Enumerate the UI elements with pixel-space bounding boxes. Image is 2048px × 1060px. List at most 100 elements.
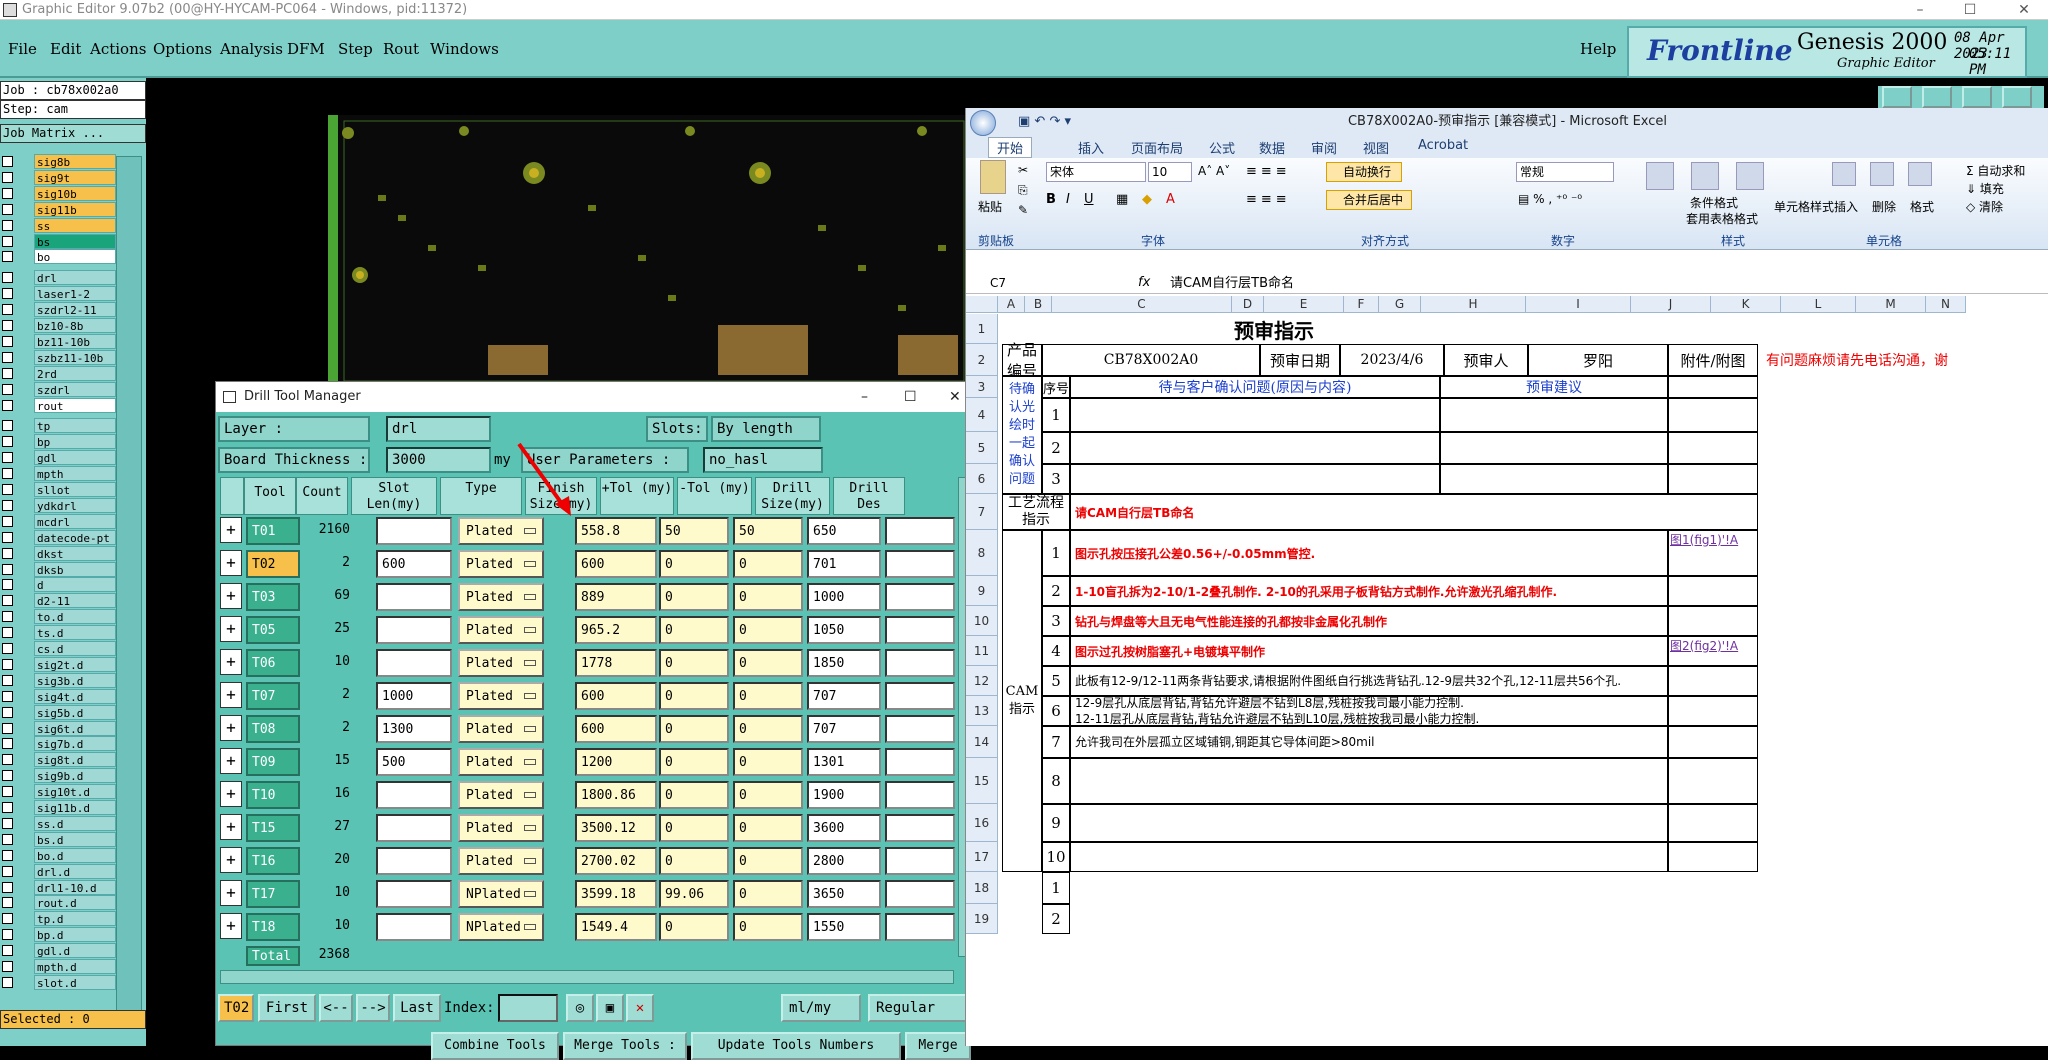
last-button[interactable]: Last xyxy=(393,994,441,1022)
layer-name[interactable]: d2-11 xyxy=(34,593,116,609)
plus-tol-input[interactable]: 0 xyxy=(659,715,729,743)
layer-name[interactable]: gdl.d xyxy=(34,943,116,959)
layer-name[interactable]: sig7b.d xyxy=(34,736,116,752)
type-select[interactable]: Plated xyxy=(458,814,544,842)
layer-checkbox[interactable] xyxy=(2,320,13,331)
row-header[interactable]: 1 xyxy=(966,314,998,344)
layer-name[interactable]: sllot xyxy=(34,482,116,497)
tool-icon-2[interactable]: ▣ xyxy=(596,994,624,1022)
column-header[interactable]: B xyxy=(1025,296,1052,313)
layer-row[interactable]: 2rd xyxy=(2,365,128,381)
drill-des-input[interactable] xyxy=(885,682,955,710)
slot-len-input[interactable]: 600 xyxy=(376,550,452,578)
layer-checkbox[interactable] xyxy=(2,399,13,411)
drill-size-input[interactable]: 1301 xyxy=(807,748,881,776)
finish-size-input[interactable]: 600 xyxy=(575,715,657,743)
layer-checkbox[interactable] xyxy=(2,674,13,686)
job-matrix-button[interactable]: Job Matrix ... xyxy=(0,124,146,143)
plus-tol-input[interactable]: 0 xyxy=(659,748,729,776)
layer-row[interactable]: tp.d xyxy=(2,911,128,927)
tool-cell[interactable]: T15 xyxy=(246,814,300,842)
type-select[interactable]: Plated xyxy=(458,748,544,776)
drill-des-input[interactable] xyxy=(885,649,955,677)
layer-name[interactable]: sig11b.d xyxy=(34,800,116,815)
layer-row[interactable]: slot.d xyxy=(2,974,128,990)
layer-name[interactable]: sig4t.d xyxy=(34,688,116,704)
layer-row[interactable]: sig3b.d xyxy=(2,672,128,688)
layer-checkbox[interactable] xyxy=(2,468,13,480)
minus-tol-input[interactable]: 0 xyxy=(733,682,803,710)
type-select[interactable]: Plated xyxy=(458,550,544,578)
expand-button[interactable]: + xyxy=(220,847,242,873)
plus-tol-input[interactable]: 0 xyxy=(659,649,729,677)
row-header[interactable]: 4 xyxy=(966,398,998,432)
tool-icon-1[interactable]: ◎ xyxy=(566,994,594,1022)
finish-size-input[interactable]: 2700.02 xyxy=(575,847,657,875)
drill-size-input[interactable]: 1900 xyxy=(807,781,881,809)
layer-row[interactable]: szdrl2-11 xyxy=(2,302,128,318)
menu-help[interactable]: Help xyxy=(1580,40,1616,58)
expand-button[interactable]: + xyxy=(220,748,242,774)
layer-row[interactable]: drl.d xyxy=(2,863,128,879)
finish-size-input[interactable]: 600 xyxy=(575,550,657,578)
tool-cell[interactable]: T10 xyxy=(246,781,300,809)
plus-tol-input[interactable]: 0 xyxy=(659,781,729,809)
layer-row[interactable]: cs.d xyxy=(2,641,128,656)
layer-name[interactable]: ydkdrl xyxy=(34,497,116,513)
finish-size-input[interactable]: 3500.12 xyxy=(575,814,657,842)
type-select[interactable]: Plated xyxy=(458,781,544,809)
drill-size-input[interactable]: 2800 xyxy=(807,847,881,875)
menu-edit[interactable]: Edit xyxy=(50,40,81,58)
layer-checkbox[interactable] xyxy=(2,219,13,231)
drill-size-input[interactable]: 1050 xyxy=(807,616,881,644)
minus-tol-input[interactable]: 0 xyxy=(733,649,803,677)
layer-name[interactable]: bs.d xyxy=(34,831,116,847)
layer-row[interactable]: sig7b.d xyxy=(2,736,128,752)
layer-name[interactable]: bp.d xyxy=(34,927,116,943)
layer-row[interactable]: d xyxy=(2,577,128,593)
plus-tol-input[interactable]: 0 xyxy=(659,682,729,710)
layer-row[interactable]: sig9b.d xyxy=(2,768,128,784)
layer-checkbox[interactable] xyxy=(2,627,13,639)
column-header[interactable]: N xyxy=(1926,296,1966,313)
layer-row[interactable]: ydkdrl xyxy=(2,497,128,513)
row-header[interactable]: 10 xyxy=(966,606,998,636)
row-header[interactable]: 11 xyxy=(966,636,998,666)
slot-len-input[interactable] xyxy=(376,616,452,644)
layer-row[interactable]: datecode-pt xyxy=(2,529,128,545)
layer-row[interactable]: laser1-2 xyxy=(2,286,128,302)
drill-size-input[interactable]: 707 xyxy=(807,715,881,743)
column-header[interactable]: A xyxy=(998,296,1025,313)
next-button[interactable]: --> xyxy=(356,994,390,1022)
column-header[interactable]: D xyxy=(1232,296,1264,313)
layer-row[interactable]: sig10t.d xyxy=(2,784,128,800)
finish-size-input[interactable]: 1800.86 xyxy=(575,781,657,809)
toolbar-icon-1[interactable] xyxy=(1882,86,1912,108)
update-tools-button[interactable]: Update Tools Numbers xyxy=(691,1032,901,1060)
layer-row[interactable]: bs xyxy=(2,233,128,249)
finish-size-input[interactable]: 3599.18 xyxy=(575,880,657,908)
expand-button[interactable]: + xyxy=(220,715,242,741)
layer-name[interactable]: ss.d xyxy=(34,815,116,831)
slot-len-input[interactable] xyxy=(376,517,452,545)
toolbar-icon-4[interactable] xyxy=(2002,86,2032,108)
row-header[interactable]: 19 xyxy=(966,904,998,934)
layer-name[interactable]: dksb xyxy=(34,561,116,577)
minus-tol-input[interactable]: 0 xyxy=(733,880,803,908)
expand-button[interactable]: + xyxy=(220,781,242,807)
layer-name[interactable]: drl xyxy=(34,270,116,286)
plus-tol-input[interactable]: 0 xyxy=(659,847,729,875)
slot-len-input[interactable] xyxy=(376,649,452,677)
drill-des-input[interactable] xyxy=(885,847,955,875)
minus-tol-input[interactable]: 0 xyxy=(733,715,803,743)
type-select[interactable]: Plated xyxy=(458,517,544,545)
layer-checkbox[interactable] xyxy=(2,817,13,829)
minus-tol-input[interactable]: 0 xyxy=(733,583,803,611)
layer-name[interactable]: to.d xyxy=(34,609,116,625)
drill-des-input[interactable] xyxy=(885,517,955,545)
layer-name[interactable]: tp.d xyxy=(34,911,116,927)
layer-name[interactable]: bz10-8b xyxy=(34,318,116,333)
finish-size-input[interactable]: 1778 xyxy=(575,649,657,677)
row-header[interactable]: 18 xyxy=(966,872,998,904)
layer-checkbox[interactable] xyxy=(2,171,13,183)
